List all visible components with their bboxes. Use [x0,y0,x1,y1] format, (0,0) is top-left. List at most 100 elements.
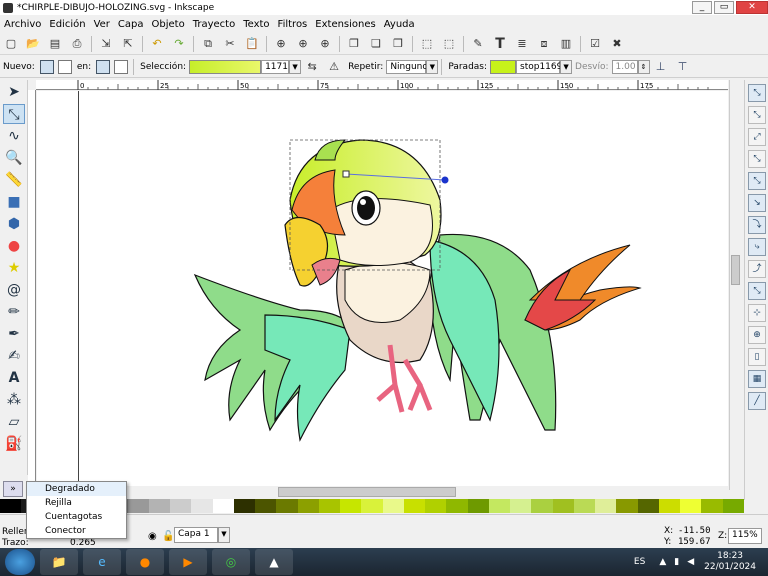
menu-item-degradado[interactable]: Degradado [27,482,126,496]
snap-cusp-icon[interactable]: ⤷ [748,238,766,256]
menu-item-cuentagotas[interactable]: Cuentagotas [27,510,126,524]
offset-input[interactable]: 1.00 [611,59,638,74]
firefox-icon[interactable]: ● [126,549,164,575]
menu-filtros[interactable]: Filtros [274,19,312,30]
gradient-select[interactable]: 1171 [261,59,290,74]
palette-swatch[interactable] [680,499,702,513]
spray-icon[interactable]: ⁂ [3,390,25,410]
snap-midpoint-icon[interactable]: ⤡ [748,282,766,300]
text-font-icon[interactable]: T [491,35,509,53]
palette-swatch[interactable] [127,499,149,513]
add-stop-icon[interactable]: ⊥ [652,58,670,76]
ungroup-icon[interactable]: ⬚ [440,35,458,53]
pen-icon[interactable]: ✒ [3,324,25,344]
select-arrow-icon[interactable]: ➤ [3,82,25,102]
palette-swatch[interactable] [340,499,362,513]
menu-objeto[interactable]: Objeto [148,19,189,30]
palette-swatch[interactable] [297,499,319,513]
duplicate-icon[interactable]: ❐ [345,35,363,53]
palette-swatch[interactable] [212,499,234,513]
unlink-clone-icon[interactable]: ❒ [389,35,407,53]
delete-stop-icon[interactable]: ⊤ [674,58,692,76]
snap-text-baseline-icon[interactable]: ▯ [748,348,766,366]
chevron-down-icon[interactable]: ▼ [560,59,573,74]
menu-extensiones[interactable]: Extensiones [311,19,379,30]
zoom-icon[interactable]: 🔍 [3,148,25,168]
toolbox-overflow-button[interactable]: » [3,481,23,497]
preferences-icon[interactable]: ✖ [608,35,626,53]
palette-swatch[interactable] [148,499,170,513]
vertical-scroll-thumb[interactable] [731,255,740,285]
palette-swatch[interactable] [573,499,595,513]
palette-swatch[interactable] [446,499,468,513]
inkscape-icon[interactable]: ▲ [255,549,293,575]
new-document-icon[interactable]: ▢ [2,35,20,53]
palette-swatch[interactable] [531,499,553,513]
layer-select[interactable]: Capa 1 [174,527,218,543]
palette-swatch[interactable] [276,499,298,513]
snap-smooth-icon[interactable]: ⤴ [748,260,766,278]
node-tool-icon[interactable]: ⤡ [3,104,25,124]
bucket-icon[interactable]: ⛽ [3,434,25,454]
palette-swatch[interactable] [467,499,489,513]
snap-rotation-icon[interactable]: ⊕ [748,326,766,344]
xml-editor-icon[interactable]: ⧈ [535,35,553,53]
palette-swatch[interactable] [233,499,255,513]
ellipse-icon[interactable]: ● [3,236,25,256]
pencil-icon[interactable]: ✏ [3,302,25,322]
eraser-icon[interactable]: ▱ [3,412,25,432]
palette-swatch[interactable] [701,499,723,513]
palette-swatch[interactable] [552,499,574,513]
snap-nodes-icon[interactable]: ⤡ [748,172,766,190]
horizontal-scroll-thumb[interactable] [278,487,456,497]
radial-gradient-toggle[interactable] [57,59,72,74]
document-properties-icon[interactable]: ☑ [586,35,604,53]
minimize-button[interactable]: _ [692,1,712,14]
menu-trayecto[interactable]: Trayecto [189,19,240,30]
palette-swatch[interactable] [361,499,383,513]
export-icon[interactable]: ⇱ [119,35,137,53]
link-gradient-icon[interactable]: ⚠ [325,58,343,76]
zoom-selection-icon[interactable]: ⊕ [272,35,290,53]
menu-archivo[interactable]: Archivo [0,19,45,30]
snap-grid-icon[interactable]: ▦ [748,370,766,388]
chevron-down-icon[interactable]: ▼ [289,59,302,74]
layers-icon[interactable]: ≣ [513,35,531,53]
text-icon[interactable]: A [3,368,25,388]
palette-swatch[interactable] [0,499,22,513]
volume-icon[interactable]: ◀ [687,557,694,567]
menu-ver[interactable]: Ver [90,19,114,30]
snap-center-icon[interactable]: ⊹ [748,304,766,322]
palette-swatch[interactable] [255,499,277,513]
internet-explorer-icon[interactable]: e [83,549,121,575]
fill-stroke-icon[interactable]: ✎ [469,35,487,53]
lock-icon[interactable]: 🔓 [162,531,174,542]
eye-icon[interactable]: ◉ [148,531,157,542]
paste-icon[interactable]: 📋 [243,35,261,53]
vertical-scrollbar[interactable] [729,80,742,490]
palette-swatch[interactable] [170,499,192,513]
language-indicator[interactable]: ES [634,557,645,567]
tray-expand-icon[interactable]: ▲ [659,557,666,567]
stops-select[interactable]: stop1169 [516,59,562,74]
menu-item-rejilla[interactable]: Rejilla [27,496,126,510]
chrome-icon[interactable]: ◎ [212,549,250,575]
palette-swatch[interactable] [722,499,744,513]
palette-swatch[interactable] [425,499,447,513]
measure-icon[interactable]: 📏 [3,170,25,190]
maximize-button[interactable]: ▭ [714,1,734,14]
zoom-drawing-icon[interactable]: ⊕ [294,35,312,53]
start-button[interactable] [5,549,35,575]
spiral-icon[interactable]: @ [3,280,25,300]
close-button[interactable]: ✕ [736,1,768,14]
file-explorer-icon[interactable]: 📁 [40,549,78,575]
copy-icon[interactable]: ⧉ [199,35,217,53]
clock[interactable]: 18:23 22/01/2024 [704,551,756,573]
drawing-canvas[interactable] [37,91,728,486]
zoom-page-icon[interactable]: ⊕ [316,35,334,53]
snap-bbox-corner-icon[interactable]: ⤡ [748,150,766,168]
chevron-down-icon[interactable]: ▼ [218,527,230,543]
palette-swatch[interactable] [403,499,425,513]
open-icon[interactable]: 📂 [24,35,42,53]
menu-item-conector[interactable]: Conector [27,524,126,538]
